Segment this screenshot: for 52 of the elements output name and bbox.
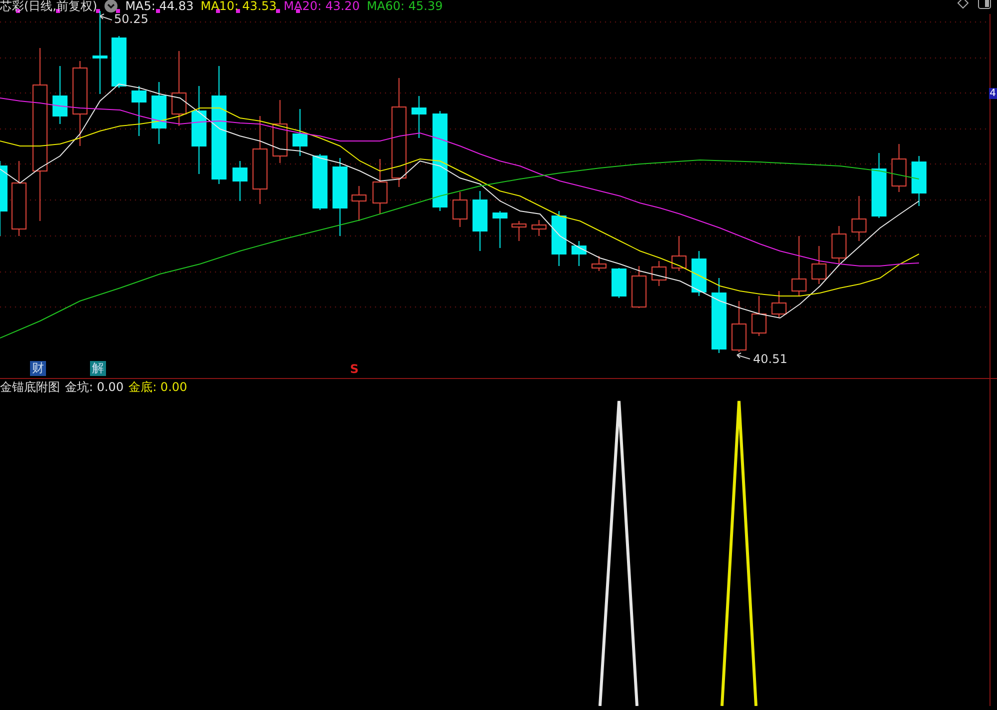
chart-title: 芯彩(日线,前复权) — [0, 0, 98, 14]
candlestick — [372, 158, 388, 214]
chevron-down-icon[interactable] — [104, 0, 118, 13]
marker-badge[interactable]: 财 — [30, 361, 46, 376]
candlestick — [912, 156, 926, 206]
moving-average-label: MA60: 45.39 — [366, 0, 443, 13]
candlestick — [152, 82, 166, 144]
candlestick — [312, 154, 328, 210]
candlestick — [732, 300, 746, 352]
candlestick — [112, 36, 126, 88]
candlestick — [832, 226, 846, 264]
moving-average-label: MA10: 43.53 — [200, 0, 277, 13]
marker-badge[interactable]: 解 — [90, 361, 106, 376]
candlestick — [552, 210, 566, 266]
candlestick — [472, 190, 488, 252]
candlestick — [232, 160, 248, 202]
candlestick — [752, 296, 766, 336]
moving-average-label: MA5: 44.83 — [125, 0, 194, 13]
candlestick — [412, 96, 426, 138]
candlestick — [452, 192, 468, 228]
candlestick — [652, 260, 666, 286]
indicator-title: 金锚底附图 — [0, 379, 60, 396]
candlestick — [772, 290, 786, 318]
candlestick — [892, 144, 906, 192]
candlestick — [632, 266, 646, 308]
leader-line — [100, 14, 112, 20]
candlestick — [692, 250, 706, 296]
candlestick — [812, 246, 826, 284]
candlestick — [872, 152, 886, 218]
moving-average-label: MA20: 43.20 — [284, 0, 360, 13]
diamond-icon[interactable] — [957, 0, 969, 9]
signal-marker: S — [350, 362, 359, 376]
axis-label: 4 — [988, 88, 997, 99]
candlestick — [512, 220, 526, 242]
candlestick — [272, 100, 288, 164]
candlestick — [492, 210, 508, 248]
candlestick — [792, 236, 806, 296]
candlestick — [672, 236, 686, 272]
candlestick — [612, 268, 626, 298]
candlestick — [852, 196, 866, 242]
candlestick — [292, 108, 308, 156]
leader-line — [736, 352, 750, 360]
candlestick — [132, 86, 146, 136]
candlestick — [52, 66, 68, 124]
candlestick — [572, 240, 586, 266]
indicator-value: 金底: 0.00 — [128, 379, 188, 396]
candlestick — [592, 256, 606, 272]
candlestick — [352, 186, 366, 222]
price-label: 50.25 — [114, 12, 148, 26]
indicator-value: 金坑: 0.00 — [65, 379, 124, 396]
price-label: 40.51 — [753, 352, 788, 366]
candlestick — [532, 220, 546, 236]
